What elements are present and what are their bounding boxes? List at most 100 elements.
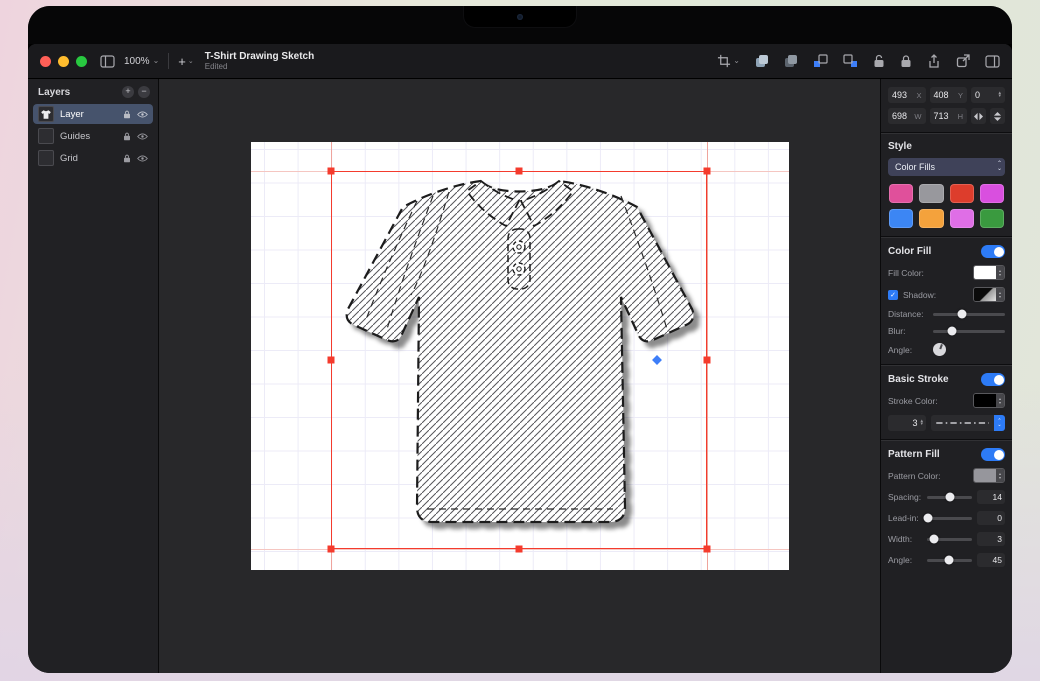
color-swatch[interactable]	[889, 184, 913, 203]
selection-handle-bottom-right[interactable]	[704, 546, 711, 553]
layer-row-guides[interactable]: Guides	[33, 126, 153, 146]
color-fill-toggle[interactable]	[981, 245, 1005, 258]
tshirt-thumb-icon	[40, 109, 52, 120]
export-icon[interactable]	[927, 54, 941, 69]
selection-handle-bottom-mid[interactable]	[516, 546, 523, 553]
selection-handle-top-mid[interactable]	[516, 168, 523, 175]
stroke-style-dropdown[interactable]: ⌃⌄	[931, 415, 1005, 431]
pattern-fill-toggle[interactable]	[981, 448, 1005, 461]
lock-icon[interactable]	[123, 110, 131, 119]
unlock-icon[interactable]	[873, 54, 885, 68]
flip-vertical-button[interactable]	[990, 108, 1005, 124]
sidebar-toggle-icon[interactable]	[100, 55, 115, 68]
pattern-angle-value-field[interactable]: 45	[977, 553, 1005, 567]
titlebar: 100% ⌄ + ⌄ T-Shirt Drawing Sketch Edited…	[28, 44, 1012, 79]
basic-stroke-header: Basic Stroke	[888, 373, 1005, 386]
canvas[interactable]	[159, 79, 880, 673]
visibility-eye-icon[interactable]	[137, 111, 148, 118]
stroke-width-field[interactable]: 3 ▴▾	[888, 415, 926, 431]
pattern-color-label: Pattern Color:	[888, 471, 940, 481]
color-swatch[interactable]	[919, 209, 943, 228]
chevron-down-icon: ⌄	[188, 58, 194, 65]
pattern-width-label: Width:	[888, 534, 922, 544]
color-swatch[interactable]	[980, 209, 1004, 228]
spacing-slider[interactable]	[927, 496, 972, 499]
layer-row-grid[interactable]: Grid	[33, 148, 153, 168]
visibility-eye-icon[interactable]	[137, 155, 148, 162]
selection-handle-top-left[interactable]	[328, 168, 335, 175]
lock-icon[interactable]	[900, 54, 912, 68]
layer-name: Guides	[60, 131, 117, 142]
style-title: Style	[888, 141, 912, 152]
color-fill-title: Color Fill	[888, 246, 931, 257]
color-swatch[interactable]	[950, 184, 974, 203]
stroke-color-well[interactable]: ▴▾	[973, 393, 1005, 408]
share-icon[interactable]	[956, 54, 970, 68]
bring-forward-icon[interactable]	[813, 54, 828, 68]
height-field[interactable]: 713 H	[930, 108, 968, 124]
stroke-width-value: 3	[912, 418, 917, 428]
fill-color-well[interactable]: ▴▾	[973, 265, 1005, 280]
pattern-color-well[interactable]: ▴▾	[973, 468, 1005, 483]
y-position-field[interactable]: 408 Y	[930, 87, 968, 103]
shadow-checkbox[interactable]: ✓	[888, 290, 898, 300]
flip-horizontal-button[interactable]	[971, 108, 986, 124]
add-layer-button[interactable]: +	[122, 86, 134, 98]
fill-type-dropdown[interactable]: Color Fills ⌃⌄	[888, 158, 1005, 176]
section-divider	[881, 236, 1012, 237]
width-field[interactable]: 698 W	[888, 108, 926, 124]
selection-handle-top-right[interactable]	[704, 168, 711, 175]
lock-icon[interactable]	[123, 132, 131, 141]
lead-in-slider[interactable]	[927, 517, 972, 520]
app-window: 100% ⌄ + ⌄ T-Shirt Drawing Sketch Edited…	[28, 44, 1012, 673]
shadow-color-well[interactable]: ▴▾	[973, 287, 1005, 302]
stepper-icon[interactable]: ▴▾	[920, 420, 923, 426]
selection-handle-bottom-left[interactable]	[328, 546, 335, 553]
pattern-width-slider[interactable]	[927, 538, 972, 541]
visibility-eye-icon[interactable]	[137, 133, 148, 140]
spacing-label: Spacing:	[888, 492, 922, 502]
notch	[463, 6, 577, 28]
selection-handle-mid-right[interactable]	[704, 357, 711, 364]
color-swatch[interactable]	[980, 184, 1004, 203]
pattern-width-row: Width: 3	[888, 532, 1005, 546]
minimize-button[interactable]	[58, 56, 69, 67]
color-swatch[interactable]	[889, 209, 913, 228]
x-position-field[interactable]: 493 X	[888, 87, 926, 103]
copy-style-icon[interactable]	[784, 54, 798, 68]
inspector-panel: 493 X 408 Y 0 ▴▾	[880, 79, 1012, 673]
lead-in-value-field[interactable]: 0	[977, 511, 1005, 525]
layer-row-layer[interactable]: Layer	[33, 104, 153, 124]
remove-layer-button[interactable]: −	[138, 86, 150, 98]
pattern-color-row: Pattern Color: ▴▾	[888, 468, 1005, 483]
color-swatch[interactable]	[950, 209, 974, 228]
stroke-color-row: Stroke Color: ▴▾	[888, 393, 1005, 408]
close-button[interactable]	[40, 56, 51, 67]
fullscreen-button[interactable]	[76, 56, 87, 67]
duplicate-icon[interactable]	[755, 54, 769, 68]
artboard-tool-icon[interactable]: ⌄	[717, 54, 740, 68]
artboard[interactable]	[251, 142, 789, 570]
basic-stroke-toggle[interactable]	[981, 373, 1005, 386]
layer-thumbnail	[38, 150, 54, 166]
color-swatch[interactable]	[919, 184, 943, 203]
spacing-value-field[interactable]: 14	[977, 490, 1005, 504]
transform-row-position: 493 X 408 Y 0 ▴▾	[888, 87, 1005, 103]
send-backward-icon[interactable]	[843, 54, 858, 68]
add-object-button[interactable]: + ⌄	[178, 54, 193, 69]
inspector-toggle-icon[interactable]	[985, 55, 1000, 68]
pattern-angle-slider[interactable]	[927, 559, 972, 562]
well-stepper-icon: ▴▾	[996, 394, 1004, 407]
blur-slider[interactable]	[933, 330, 1005, 333]
rotation-field[interactable]: 0 ▴▾	[971, 87, 1005, 103]
zoom-control[interactable]: 100% ⌄	[124, 56, 159, 67]
laptop-screen: 100% ⌄ + ⌄ T-Shirt Drawing Sketch Edited…	[28, 6, 1012, 673]
stepper-icon[interactable]: ▴▾	[998, 92, 1001, 98]
pattern-width-value-field[interactable]: 3	[977, 532, 1005, 546]
x-suffix: X	[916, 91, 921, 100]
angle-knob[interactable]	[933, 343, 946, 356]
lock-icon[interactable]	[123, 154, 131, 163]
distance-slider[interactable]	[933, 313, 1005, 316]
selection-handle-mid-left[interactable]	[328, 357, 335, 364]
section-divider	[881, 364, 1012, 365]
